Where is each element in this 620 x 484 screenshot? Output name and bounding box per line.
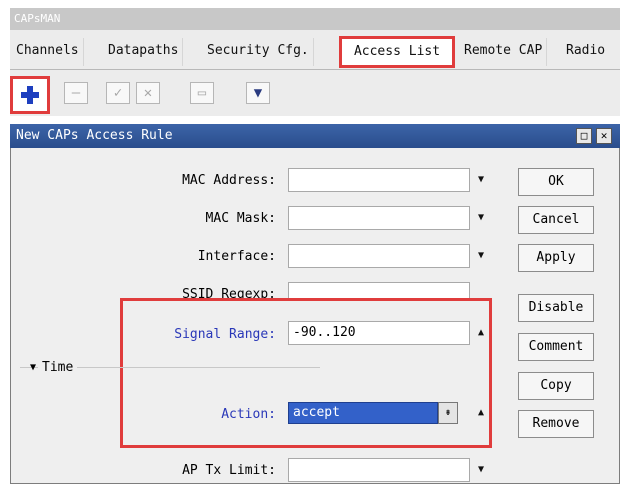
close-icon: ✕: [600, 129, 608, 142]
tab-radio[interactable]: Radio: [562, 38, 609, 66]
tab-datapaths[interactable]: Datapaths: [104, 38, 184, 66]
cancel-button[interactable]: Cancel: [518, 206, 594, 234]
check-icon: ✓: [113, 85, 123, 101]
mac-mask-dropdown-icon[interactable]: ▼: [474, 211, 488, 225]
filter-icon: ▼: [253, 85, 263, 101]
filter-button[interactable]: ▼: [246, 82, 270, 104]
interface-field[interactable]: [288, 244, 470, 268]
tab-security-cfg[interactable]: Security Cfg.: [203, 38, 314, 66]
comment-button[interactable]: ▭: [190, 82, 214, 104]
plus-icon: [19, 84, 41, 106]
ok-button[interactable]: OK: [518, 168, 594, 196]
ap-tx-limit-dropdown-icon[interactable]: ▼: [474, 463, 488, 477]
ssid-regexp-label: SSID Regexp:: [182, 287, 276, 299]
signal-range-label: Signal Range:: [174, 327, 276, 342]
remove-button[interactable]: Remove: [518, 410, 594, 438]
enable-button[interactable]: ✓: [106, 82, 130, 104]
select-arrow-icon: ⇟: [444, 407, 452, 418]
tab-channels[interactable]: Channels: [12, 38, 84, 66]
disable-button[interactable]: ✕: [136, 82, 160, 104]
maximize-icon: □: [580, 129, 588, 142]
action-dropdown-button[interactable]: ⇟: [438, 402, 458, 424]
mac-address-label: MAC Address:: [182, 173, 276, 188]
dialog-title: New CAPs Access Rule: [10, 124, 620, 148]
mac-address-field[interactable]: [288, 168, 470, 192]
time-label[interactable]: Time: [38, 358, 78, 378]
mac-address-dropdown-icon[interactable]: ▼: [474, 173, 488, 187]
close-button[interactable]: ✕: [596, 128, 612, 144]
ap-tx-limit-field[interactable]: [288, 458, 470, 482]
ap-tx-limit-label: AP Tx Limit:: [182, 463, 276, 478]
tab-access-list[interactable]: Access List: [339, 36, 455, 68]
capsman-title-bar: CAPsMAN: [10, 8, 620, 30]
add-button[interactable]: [10, 76, 50, 114]
note-icon: ▭: [197, 85, 207, 101]
apply-button[interactable]: Apply: [518, 244, 594, 272]
mac-mask-field[interactable]: [288, 206, 470, 230]
minus-icon: —: [71, 85, 81, 101]
interface-label: Interface:: [197, 249, 276, 264]
disable-button[interactable]: Disable: [518, 294, 594, 322]
remove-button[interactable]: —: [64, 82, 88, 104]
action-select[interactable]: accept: [288, 402, 438, 424]
mac-mask-label: MAC Mask:: [205, 211, 276, 226]
copy-button[interactable]: Copy: [518, 372, 594, 400]
cross-icon: ✕: [143, 85, 153, 101]
toolbar: [10, 70, 620, 116]
comment-button[interactable]: Comment: [518, 333, 594, 361]
interface-dropdown-icon[interactable]: ▼: [474, 249, 488, 263]
signal-range-field[interactable]: -90..120: [288, 321, 470, 345]
signal-range-collapse-icon[interactable]: ▲: [474, 326, 488, 340]
action-label: Action:: [221, 407, 276, 422]
tab-remote-cap[interactable]: Remote CAP: [460, 38, 548, 66]
maximize-button[interactable]: □: [576, 128, 592, 144]
action-collapse-icon[interactable]: ▲: [474, 406, 488, 420]
